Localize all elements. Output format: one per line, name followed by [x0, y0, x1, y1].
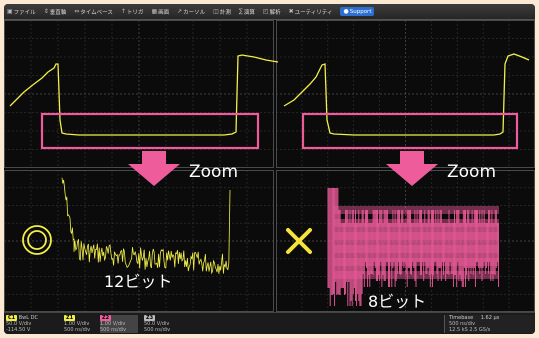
quantization-level — [334, 206, 499, 214]
zoom-1-readout[interactable]: Z1 1.00 V/div 500 ns/div — [64, 315, 98, 333]
math-icon: ∑ — [238, 8, 243, 15]
menu-analysis[interactable]: ◰ 解析 — [263, 8, 281, 16]
vertical-icon: ⇕ — [43, 8, 49, 15]
quantization-level — [334, 245, 499, 253]
cursor-icon: ↗ — [177, 8, 183, 15]
bit-depth-label-right: 8ビット — [368, 292, 427, 311]
zoom-2-readout[interactable]: Z2 1.00 V/div 500 ns/div — [100, 315, 138, 333]
menu-trigger[interactable]: ↑ トリガ — [121, 8, 144, 16]
menu-timebase[interactable]: ⇔ タイムベース — [74, 8, 113, 16]
measure-icon: ◫ — [213, 8, 219, 15]
display-icon: ▦ — [151, 8, 158, 15]
quantization-level — [334, 258, 499, 266]
status-bar: C1 BwL DC 50.0 V/div -114.50 V Z1 1.00 V… — [4, 312, 535, 334]
menu-bar: ▣ ファイル ⇕ 垂直軸 ⇔ タイムベース ↑ トリガ ▦ 画面 ↗ カーソル ◫ 計測 ∑ 演… — [4, 4, 535, 20]
menu-cursor[interactable]: ↗ カーソル — [177, 8, 205, 16]
timebase-icon: ⇔ — [74, 8, 80, 15]
menu-display[interactable]: ▦ 画面 — [151, 8, 169, 16]
menu-file[interactable]: ▣ ファイル — [7, 8, 36, 16]
timebase-readout[interactable]: Timebase 1.62 μs 500 ns/div 12.5 kS 2.5 … — [444, 315, 535, 333]
bit-depth-label-left: 12ビット — [104, 272, 173, 291]
trigger-icon: ↑ — [120, 8, 126, 15]
menu-utility[interactable]: ✖ ユーティリティ — [289, 8, 333, 16]
file-icon: ▣ — [7, 8, 13, 15]
menu-math[interactable]: ∑ 演算 — [239, 8, 255, 16]
quantization-level — [334, 271, 499, 279]
zoom-3-readout[interactable]: Z3 50.0 V/div 500 ns/div — [144, 315, 180, 333]
channel-1-readout[interactable]: C1 BwL DC 50.0 V/div -114.50 V — [6, 315, 50, 333]
analysis-icon: ◰ — [262, 8, 269, 15]
menu-support[interactable]: ● Support — [340, 7, 375, 16]
quantization-level — [334, 232, 499, 240]
oscilloscope-window: ▣ ファイル ⇕ 垂直軸 ⇔ タイムベース ↑ トリガ ▦ 画面 ↗ カーソル ◫ 計測 ∑ 演… — [4, 4, 535, 334]
quantization-level — [334, 219, 499, 227]
support-icon: ● — [343, 8, 349, 15]
menu-vertical[interactable]: ⇕ 垂直軸 — [44, 8, 67, 16]
zoom-label-right: Zoom — [447, 162, 497, 182]
utility-icon: ✖ — [288, 8, 294, 15]
menu-measure[interactable]: ◫ 計測 — [213, 8, 231, 16]
zoom-label-left: Zoom — [189, 162, 239, 182]
